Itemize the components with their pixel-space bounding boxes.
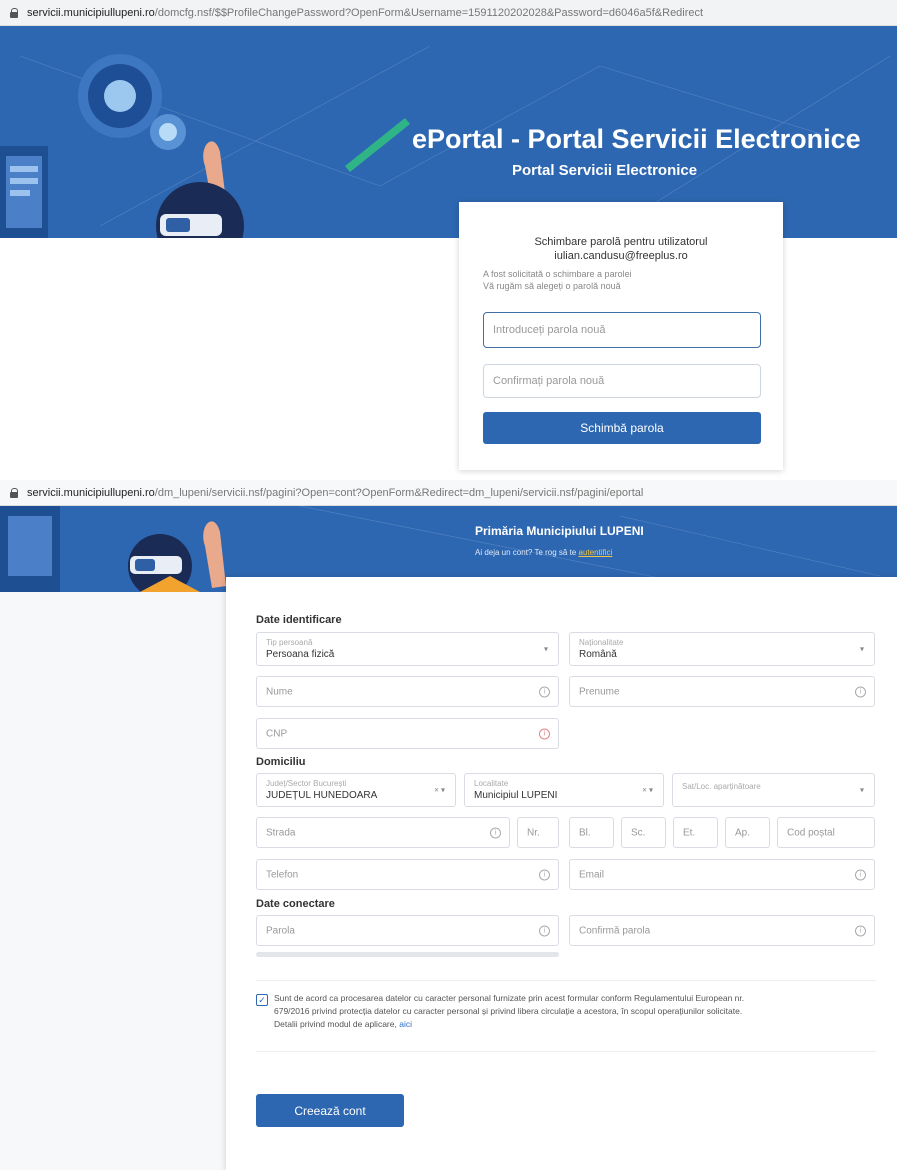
clear-chevron-icon[interactable]: × ▾ [642,786,653,795]
clear-chevron-icon[interactable]: × ▾ [434,786,445,795]
last-name-placeholder: Nume [266,686,293,697]
consent-line2: 679/2016 privind protecția datelor cu ca… [274,1006,743,1016]
phone-field[interactable]: Telefon i [256,859,559,890]
change-password-card: Schimbare parolă pentru utilizatorul iul… [459,202,783,470]
divider [256,980,876,981]
cnp-field[interactable]: CNP i [256,718,559,749]
card-info-line2: Vă rugăm să alegeți o parolă nouă [483,281,621,291]
entrance-field[interactable]: Sc. [621,817,666,848]
consent-checkbox[interactable]: ✓ [256,994,268,1006]
password-strength-bar [256,952,559,957]
cnp-placeholder: CNP [266,728,288,739]
consent-line3-text: Detalii privind modul de aplicare, [274,1019,397,1029]
locality-label: Localitate [474,779,509,788]
card-heading-username: iulian.candusu@freeplus.ro [554,250,688,262]
card-info-line1: A fost solicitată o schimbare a parolei [483,269,632,279]
village-select[interactable]: Sat/Loc. aparținătoare ▾ [672,773,875,807]
info-icon: i [539,728,550,739]
floor-field[interactable]: Et. [673,817,718,848]
number-placeholder: Nr. [527,827,540,838]
lock-icon [10,7,19,18]
chevron-down-icon: ▾ [859,644,864,654]
address-bar-bottom[interactable]: servicii.municipiullupeni.ro /dm_lupeni/… [0,480,897,506]
info-icon: i [855,925,866,936]
email-placeholder: Email [579,869,605,880]
info-icon: i [539,869,550,880]
nationality-select[interactable]: Naționalitate Română ▾ [569,632,875,666]
info-icon: i [855,869,866,880]
new-password-input[interactable]: Introduceți parola nouă [483,312,761,348]
block-placeholder: Bl. [579,827,591,838]
number-field[interactable]: Nr. [517,817,559,848]
consent-line1: Sunt de acord ca procesarea datelor cu c… [274,993,745,1003]
nationality-label: Naționalitate [579,638,624,647]
locality-value: Municipiul LUPENI [474,790,558,801]
card-heading: Schimbare parolă pentru utilizatorul iul… [459,236,783,262]
apartment-placeholder: Ap. [735,827,751,838]
chevron-down-icon: ▾ [859,785,864,795]
password-field[interactable]: Parola i [256,915,559,946]
phone-placeholder: Telefon [266,869,299,880]
registration-card: Date identificare Tip persoană Persoana … [226,577,897,1170]
info-icon: i [855,686,866,697]
consent-line3: Detalii privind modul de aplicare, aici [274,1018,874,1031]
county-value: JUDEȚUL HUNEDOARA [266,790,378,801]
divider [256,1051,876,1052]
postal-code-placeholder: Cod poștal [787,827,835,838]
section-domicile-title: Domiciliu [256,756,306,768]
confirm-password-input[interactable]: Confirmați parola nouă [483,364,761,398]
block-field[interactable]: Bl. [569,817,614,848]
info-icon: i [490,827,501,838]
nationality-value: Română [579,649,617,660]
person-type-label: Tip persoană [266,638,313,647]
last-name-field[interactable]: Nume i [256,676,559,707]
apartment-field[interactable]: Ap. [725,817,770,848]
card-heading-line1: Schimbare parolă pentru utilizatorul [534,236,708,248]
url-path: /domcfg.nsf/$$ProfileChangePassword?Open… [154,6,704,19]
municipality-title: Primăria Municipiului LUPENI [475,524,644,538]
url-path: /dm_lupeni/servicii.nsf/pagini?Open=cont… [154,486,644,499]
banner-title: ePortal - Portal Servicii Electronice [412,124,861,154]
street-field[interactable]: Strada i [256,817,510,848]
street-placeholder: Strada [266,827,296,838]
village-placeholder: Sat/Loc. aparținătoare [682,782,761,791]
confirm-password-field[interactable]: Confirmă parola i [569,915,875,946]
section-identification-title: Date identificare [256,614,342,626]
banner-subtitle: Portal Servicii Electronice [512,162,698,179]
postal-code-field[interactable]: Cod poștal [777,817,875,848]
county-select[interactable]: Județ/Sector București JUDEȚUL HUNEDOARA… [256,773,456,807]
person-type-value: Persoana fizică [266,649,335,660]
locality-select[interactable]: Localitate Municipiul LUPENI × ▾ [464,773,664,807]
floor-placeholder: Et. [683,827,696,838]
first-name-placeholder: Prenume [579,686,620,697]
consent-text: Sunt de acord ca procesarea datelor cu c… [274,992,874,1031]
change-password-button[interactable]: Schimbă parola [483,412,761,444]
person-type-select[interactable]: Tip persoană Persoana fizică ▾ [256,632,559,666]
lock-icon [10,487,19,498]
chevron-down-icon: ▾ [543,644,548,654]
card-info: A fost solicitată o schimbare a parolei … [483,268,632,292]
section-connection-title: Date conectare [256,898,335,910]
email-field[interactable]: Email i [569,859,875,890]
url-host: servicii.municipiullupeni.ro [27,486,155,499]
login-prompt-text: Ai deja un cont? Te rog să te [475,548,577,557]
confirm-password-placeholder: Confirmă parola [579,925,651,936]
consent-details-link[interactable]: aici [399,1019,412,1029]
address-bar-top[interactable]: servicii.municipiullupeni.ro /domcfg.nsf… [0,0,897,26]
login-prompt: Ai deja un cont? Te rog să te autentific… [475,548,612,557]
info-icon: i [539,686,550,697]
entrance-placeholder: Sc. [631,827,646,838]
url-host: servicii.municipiullupeni.ro [27,6,155,19]
left-background [0,592,226,1170]
login-link[interactable]: autentifici [579,548,613,557]
county-label: Județ/Sector București [266,779,347,788]
first-name-field[interactable]: Prenume i [569,676,875,707]
info-icon: i [539,925,550,936]
create-account-button[interactable]: Creează cont [256,1094,404,1127]
password-placeholder: Parola [266,925,295,936]
